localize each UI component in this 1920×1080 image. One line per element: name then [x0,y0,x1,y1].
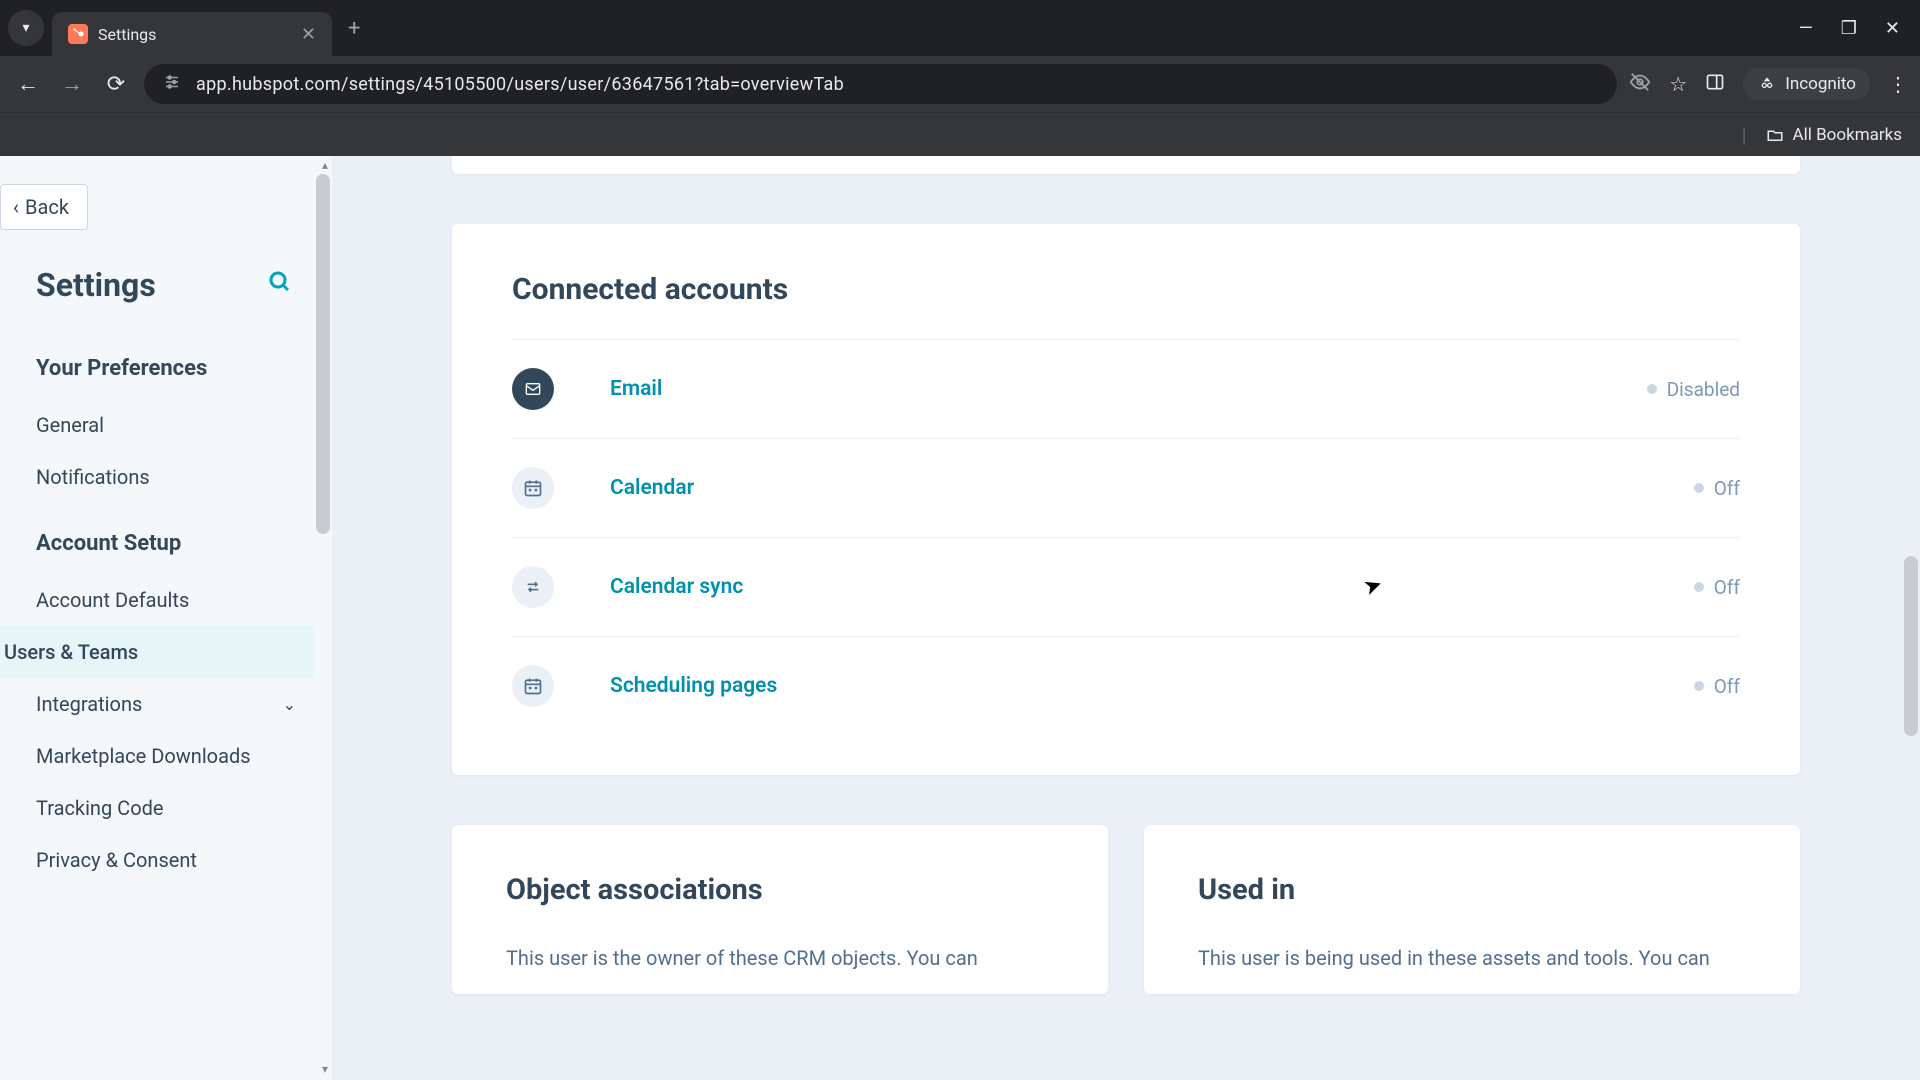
object-associations-title: Object associations [506,873,1054,907]
calendar-icon [512,467,554,509]
section-header-preferences: Your Preferences [36,356,296,381]
back-button[interactable]: ‹ Back [0,184,88,230]
account-row-calendar: Calendar Off [512,438,1740,537]
account-calendar-sync-link[interactable]: Calendar sync [610,575,743,599]
account-row-scheduling: Scheduling pages Off [512,636,1740,735]
account-calendar-sync-status: Off [1694,576,1740,599]
url-text: app.hubspot.com/settings/45105500/users/… [196,74,844,95]
account-calendar-status: Off [1694,477,1740,500]
sync-icon [512,566,554,608]
scroll-down-arrow-icon[interactable]: ▾ [322,1062,328,1076]
status-dot-icon [1694,483,1704,493]
sidebar-item-account-defaults[interactable]: Account Defaults [36,574,296,626]
status-dot-icon [1694,681,1704,691]
sidebar-scroll-thumb[interactable] [316,174,330,534]
sidebar-item-users-teams[interactable]: Users & Teams [0,626,368,678]
new-tab-button[interactable]: + [348,16,360,41]
tab-search-dropdown[interactable]: ▾ [8,10,44,46]
chevron-left-icon: ‹ [13,195,19,219]
bookmark-star-icon[interactable]: ☆ [1669,72,1687,96]
menu-dots-icon[interactable]: ⋮ [1888,72,1908,96]
account-row-email: Email Disabled [512,339,1740,438]
browser-tab[interactable]: Settings ✕ [52,12,332,56]
used-in-title: Used in [1198,873,1746,907]
incognito-badge[interactable]: Incognito [1743,68,1870,100]
account-email-link[interactable]: Email [610,377,662,401]
main-scroll-thumb[interactable] [1904,556,1918,736]
bookmarks-bar: | All Bookmarks [0,112,1920,156]
sidebar-scrollbar[interactable]: ▴ ▾ [314,156,332,1080]
object-associations-card: Object associations This user is the own… [452,825,1108,994]
account-scheduling-status: Off [1694,675,1740,698]
site-settings-icon[interactable] [162,73,182,96]
incognito-label: Incognito [1785,74,1856,94]
section-header-account: Account Setup [36,531,296,556]
sidebar-item-privacy[interactable]: Privacy & Consent [36,834,296,886]
sidebar-item-tracking-code[interactable]: Tracking Code [36,782,296,834]
maximize-icon[interactable]: ❐ [1841,18,1857,39]
back-nav-icon[interactable]: ← [12,71,44,97]
sidebar-item-marketplace[interactable]: Marketplace Downloads [36,730,296,782]
main-scrollbar[interactable] [1902,156,1920,1080]
account-calendar-link[interactable]: Calendar [610,476,694,500]
address-bar: ← → ⟳ app.hubspot.com/settings/45105500/… [0,56,1920,112]
connected-accounts-card: Connected accounts Email Disabled Calend… [452,224,1800,775]
calendar-icon [512,665,554,707]
email-icon [512,368,554,410]
main-content: Connected accounts Email Disabled Calend… [332,156,1920,1080]
hubspot-favicon-icon [68,24,88,44]
chevron-down-icon: ⌄ [283,695,296,714]
used-in-desc: This user is being used in these assets … [1198,943,1746,974]
sidebar-item-general[interactable]: General [36,399,296,451]
status-dot-icon [1647,384,1657,394]
account-email-status: Disabled [1647,378,1740,401]
eye-off-icon[interactable] [1629,71,1651,98]
close-window-icon[interactable]: ✕ [1885,18,1900,39]
used-in-card: Used in This user is being used in these… [1144,825,1800,994]
scroll-up-arrow-icon[interactable]: ▴ [322,158,328,172]
status-dot-icon [1694,582,1704,592]
connected-accounts-title: Connected accounts [512,272,1740,307]
all-bookmarks-button[interactable]: All Bookmarks [1765,125,1902,145]
minimize-icon[interactable]: ― [1799,18,1813,39]
tab-title: Settings [98,25,291,44]
reload-icon[interactable]: ⟳ [100,72,132,97]
account-scheduling-link[interactable]: Scheduling pages [610,674,777,698]
object-associations-desc: This user is the owner of these CRM obje… [506,943,1054,974]
browser-tab-strip: ▾ Settings ✕ + ― ❐ ✕ [0,0,1920,56]
settings-title: Settings [36,266,156,304]
url-field[interactable]: app.hubspot.com/settings/45105500/users/… [144,64,1617,104]
sidebar-item-notifications[interactable]: Notifications [36,451,296,503]
side-panel-icon[interactable] [1705,72,1725,97]
sidebar-item-integrations[interactable]: Integrations ⌄ [36,678,296,730]
forward-nav-icon[interactable]: → [56,71,88,97]
tab-close-icon[interactable]: ✕ [301,24,316,45]
window-controls: ― ❐ ✕ [1799,18,1912,39]
settings-sidebar: ‹ Back Settings Your Preferences General… [0,156,332,1080]
search-icon[interactable] [268,270,292,301]
account-row-calendar-sync: Calendar sync Off [512,537,1740,636]
previous-card-peek [452,156,1800,174]
